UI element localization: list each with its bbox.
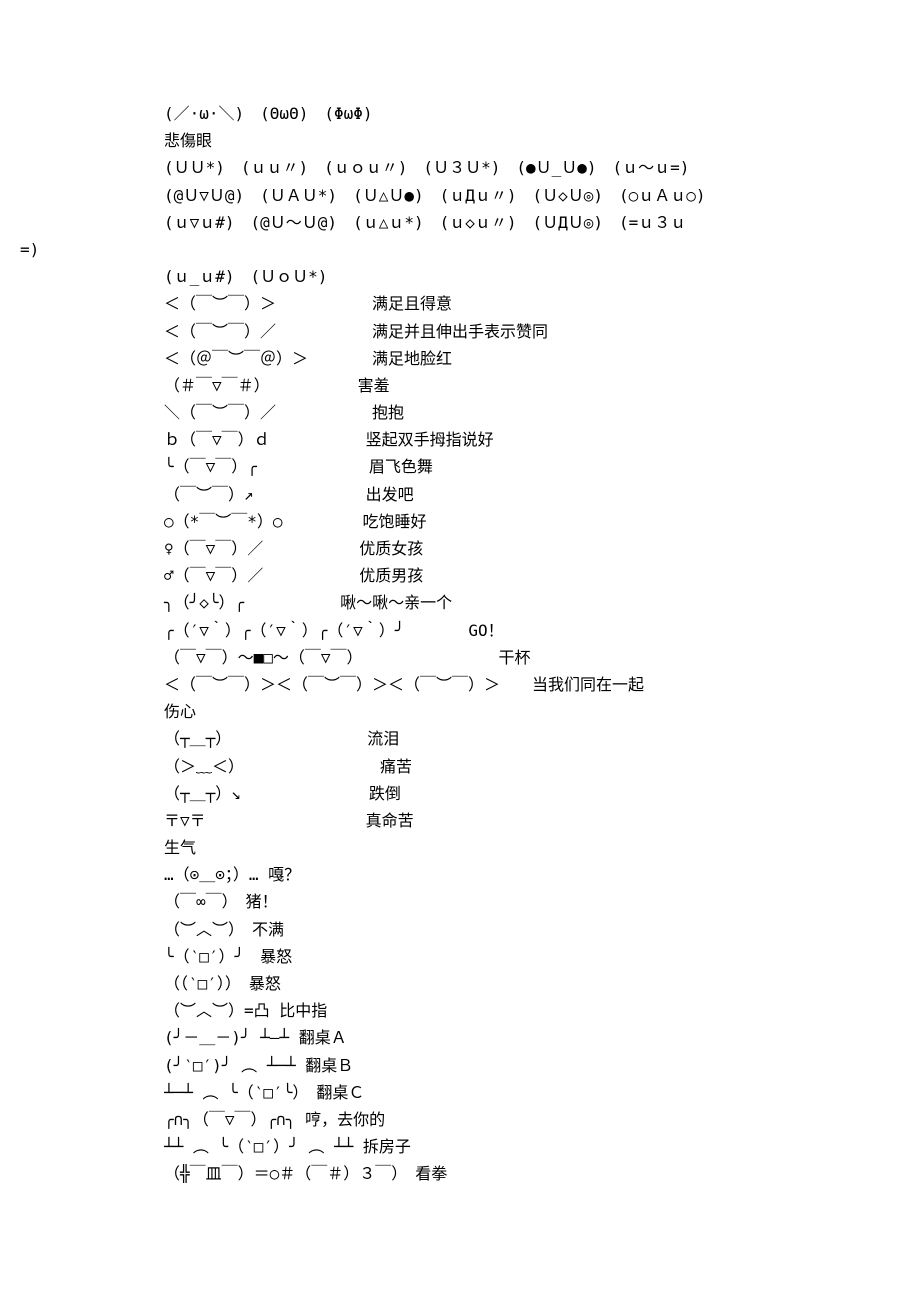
- text-line: ＜（￣︶￣）／ 满足并且伸出手表示赞同: [0, 318, 920, 345]
- text-line: （￣︶￣）↗ 出发吧: [0, 481, 920, 508]
- text-line: ＜（￣︶￣）＞ 满足且得意: [0, 290, 920, 317]
- text-line: 伤心: [0, 698, 920, 725]
- text-line: (@Ｕ▽Ｕ@) (ＵＡＵ*) (Ｕ△Ｕ●) (ｕДｕ〃) (Ｕ◇Ｕ◎) (○ｕＡ…: [0, 182, 920, 209]
- text-line: ╰（￣▽￣）╭ 眉飞色舞: [0, 453, 920, 480]
- text-line: （＞﹏＜） 痛苦: [0, 753, 920, 780]
- text-line: (╯‵□′)╯ ︵ ┴─┴ 翻桌Ｂ: [0, 1052, 920, 1079]
- text-line: 〒▽〒 真命苦: [0, 807, 920, 834]
- text-line: （┬＿┬）↘ 跌倒: [0, 780, 920, 807]
- text-line: ♂（￣▽￣）／ 优质男孩: [0, 562, 920, 589]
- text-line: （╬￣皿￣）＝○＃（￣＃）３￣） 看拳: [0, 1160, 920, 1187]
- text-line: ＼（￣︶￣）／ 抱抱: [0, 399, 920, 426]
- text-line: ＜（￣︶￣）＞＜（￣︶￣）＞＜（￣︶￣）＞ 当我们同在一起: [0, 671, 920, 698]
- text-line: (ｕ▽ｕ#) (@Ｕ～Ｕ@) (ｕ△ｕ*) (ｕ◇ｕ〃) (ＵДＵ◎) (=ｕ３…: [0, 209, 920, 236]
- text-line: 生气: [0, 834, 920, 861]
- text-line: ♀（￣▽￣）／ 优质女孩: [0, 535, 920, 562]
- text-line: ┴┴ ︵ ╰（‵□′）╯ ︵ ┴┴ 拆房子: [0, 1133, 920, 1160]
- document-body: (／·ω·＼) (ΘωΘ) (ΦωΦ)悲傷眼(ＵＵ*) (ｕｕ〃) (ｕｏｕ〃)…: [0, 0, 920, 1288]
- text-line: （＃￣▽￣＃） 害羞: [0, 372, 920, 399]
- text-line: （┬＿┬） 流泪: [0, 725, 920, 752]
- text-line: ＜（＠￣︶￣＠）＞ 满足地脸红: [0, 345, 920, 372]
- text-line: ╭（′▽｀）╭（′▽｀）╭（′▽｀）╯ GO！: [0, 617, 920, 644]
- text-line: ┴─┴ ︵ ╰（‵□′╰） 翻桌Ｃ: [0, 1079, 920, 1106]
- text-line: =): [0, 236, 920, 263]
- text-line: ｂ（￣▽￣）ｄ 竖起双手拇指说好: [0, 426, 920, 453]
- text-line: (ｕ_ｕ#) (ＵｏＵ*): [0, 263, 920, 290]
- text-line: …（⊙＿⊙；）… 嘎？: [0, 861, 920, 888]
- text-line: ╭∩╮（￣▽￣）╭∩╮ 哼，去你的: [0, 1106, 920, 1133]
- text-line: (ＵＵ*) (ｕｕ〃) (ｕｏｕ〃) (Ｕ３Ｕ*) (●Ｕ_Ｕ●) (ｕ～ｕ=): [0, 154, 920, 181]
- text-line: ╮（╯◇╰）╭ 啾～啾～亲一个: [0, 589, 920, 616]
- text-line: （￣∞￣） 猪！: [0, 888, 920, 915]
- text-line: (╯－＿－)╯ ┴—┴ 翻桌Ａ: [0, 1024, 920, 1051]
- text-line: （（‵□′）） 暴怒: [0, 970, 920, 997]
- text-line: 悲傷眼: [0, 127, 920, 154]
- text-line: （￣▽￣）～■□～（￣▽￣） 干杯: [0, 644, 920, 671]
- text-line: (／·ω·＼) (ΘωΘ) (ΦωΦ): [0, 100, 920, 127]
- text-line: （︶︿︶）=凸 比中指: [0, 997, 920, 1024]
- text-line: （︶︿︶） 不满: [0, 916, 920, 943]
- text-line: ╰（‵□′）╯ 暴怒: [0, 943, 920, 970]
- text-line: ○（*￣︶￣*）○ 吃饱睡好: [0, 508, 920, 535]
